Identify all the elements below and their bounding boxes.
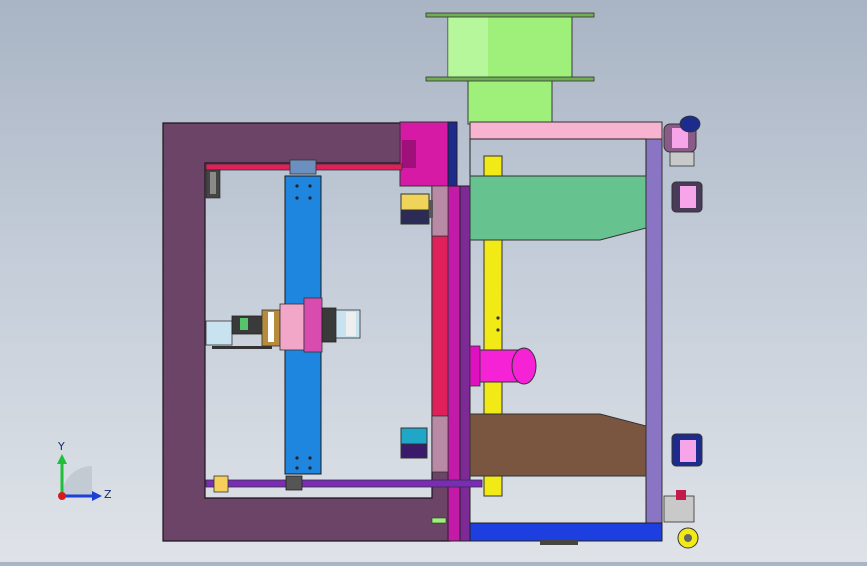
pink-motor[interactable] (469, 345, 537, 387)
z-axis-label: Z (104, 488, 112, 501)
cad-viewport[interactable]: Y Z (0, 0, 867, 562)
spool-flange-bottom (425, 76, 595, 82)
green-plate[interactable] (469, 175, 647, 241)
bottom-rail[interactable] (205, 479, 483, 488)
bottom-base[interactable] (469, 522, 663, 542)
spool-reel[interactable] (425, 12, 595, 125)
center-column[interactable] (447, 185, 461, 542)
upper-sensor[interactable] (400, 193, 433, 225)
lower-right-wheel[interactable] (671, 433, 703, 467)
bottom-right-caster[interactable] (663, 490, 699, 549)
lower-sensor[interactable] (400, 427, 428, 459)
spool-flange-top (425, 12, 595, 18)
top-crossbar[interactable] (469, 121, 663, 140)
brown-plate[interactable] (469, 413, 647, 477)
right-post[interactable] (645, 138, 663, 524)
triad-graphic (57, 454, 102, 501)
y-axis-label: Y (58, 440, 65, 453)
spool-hub (467, 79, 553, 125)
mid-right-wheel[interactable] (671, 181, 703, 213)
upper-left-clamp[interactable] (205, 169, 221, 199)
top-right-wheel[interactable] (663, 115, 701, 167)
gripper-carriage[interactable] (205, 297, 361, 353)
axis-triad: Y Z (40, 440, 130, 520)
red-strip[interactable] (431, 235, 449, 417)
navy-post[interactable] (447, 121, 458, 187)
assembly-model[interactable] (0, 0, 867, 562)
